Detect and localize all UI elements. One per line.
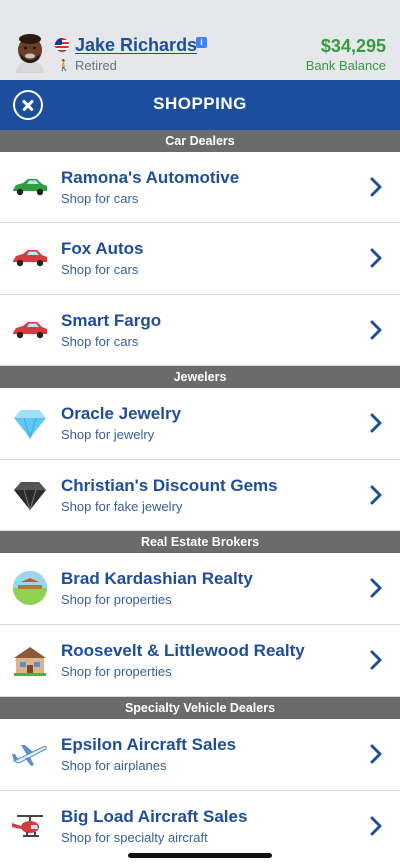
- house-icon: [11, 642, 49, 678]
- list-item-smart-fargo[interactable]: Smart Fargo Shop for cars: [0, 295, 400, 366]
- profile-status: Retired: [75, 58, 117, 73]
- chevron-right-icon: [370, 744, 382, 764]
- red-car-icon: [11, 312, 49, 348]
- item-subtitle: Shop for properties: [61, 592, 172, 607]
- item-subtitle: Shop for fake jewelry: [61, 499, 183, 514]
- landscape-icon: [11, 570, 49, 606]
- chevron-right-icon: [370, 320, 382, 340]
- item-subtitle: Shop for cars: [61, 262, 139, 277]
- item-title: Fox Autos: [61, 239, 144, 258]
- helicopter-icon: [11, 808, 49, 844]
- section-header-car-dealers: Car Dealers: [0, 130, 400, 152]
- bank-balance-value: $34,295: [320, 36, 386, 56]
- list-item-christians-discount-gems[interactable]: Christian's Discount Gems Shop for fake …: [0, 460, 400, 531]
- item-title: Big Load Aircraft Sales: [61, 807, 248, 826]
- list-item-oracle-jewelry[interactable]: Oracle Jewelry Shop for jewelry: [0, 388, 400, 460]
- item-title: Oracle Jewelry: [61, 404, 182, 423]
- section-header-jewelers: Jewelers: [0, 366, 400, 388]
- page-title: SHOPPING: [153, 94, 247, 113]
- profile-header: Jake Richards i 🚶 Retired $34,295 Bank B…: [0, 0, 400, 80]
- list-item-roosevelt-littlewood-realty[interactable]: Roosevelt & Littlewood Realty Shop for p…: [0, 625, 400, 697]
- red-car-icon: [11, 240, 49, 276]
- item-subtitle: Shop for specialty aircraft: [61, 830, 208, 845]
- item-subtitle: Shop for cars: [61, 334, 139, 349]
- home-indicator[interactable]: [128, 853, 272, 858]
- list-item-epsilon-aircraft-sales[interactable]: Epsilon Aircraft Sales Shop for airplane…: [0, 719, 400, 791]
- list-item-ramonas-automotive[interactable]: Ramona's Automotive Shop for cars: [0, 152, 400, 223]
- chevron-right-icon: [370, 248, 382, 268]
- airplane-icon: [11, 736, 49, 772]
- section-header-specialty-vehicle-dealers: Specialty Vehicle Dealers: [0, 697, 400, 719]
- item-subtitle: Shop for cars: [61, 191, 139, 206]
- list-item-brad-kardashian-realty[interactable]: Brad Kardashian Realty Shop for properti…: [0, 553, 400, 625]
- item-subtitle: Shop for properties: [61, 664, 172, 679]
- chevron-right-icon: [370, 485, 382, 505]
- section-header-real-estate-brokers: Real Estate Brokers: [0, 531, 400, 553]
- chevron-right-icon: [370, 650, 382, 670]
- item-title: Roosevelt & Littlewood Realty: [61, 641, 305, 660]
- us-flag-icon: [55, 38, 69, 52]
- chevron-right-icon: [370, 413, 382, 433]
- profile-name[interactable]: Jake Richards: [75, 35, 197, 56]
- chevron-right-icon: [370, 578, 382, 598]
- item-title: Ramona's Automotive: [61, 168, 240, 187]
- item-title: Brad Kardashian Realty: [61, 569, 253, 588]
- info-icon[interactable]: i: [196, 37, 207, 48]
- bank-balance-label: Bank Balance: [305, 58, 386, 73]
- list-item-fox-autos[interactable]: Fox Autos Shop for cars: [0, 223, 400, 295]
- item-title: Christian's Discount Gems: [61, 476, 278, 495]
- item-title: Epsilon Aircraft Sales: [61, 735, 237, 754]
- green-car-icon: [11, 169, 49, 205]
- dark-gem-icon: [11, 477, 49, 513]
- chevron-right-icon: [370, 177, 382, 197]
- chevron-right-icon: [370, 816, 382, 836]
- retired-walker-icon: 🚶: [57, 60, 71, 72]
- blue-diamond-icon: [11, 405, 49, 441]
- title-bar: SHOPPING: [0, 80, 400, 130]
- avatar[interactable]: [12, 33, 48, 73]
- item-subtitle: Shop for jewelry: [61, 427, 155, 442]
- item-title: Smart Fargo: [61, 311, 162, 330]
- item-subtitle: Shop for airplanes: [61, 758, 167, 773]
